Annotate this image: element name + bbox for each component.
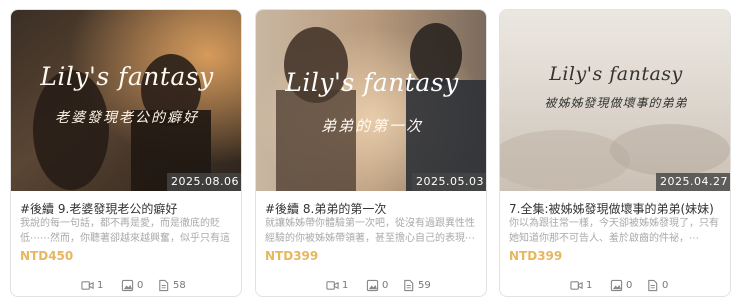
date-badge: 2025.05.03	[412, 173, 486, 191]
document-icon	[159, 279, 169, 291]
image-count: 0	[610, 276, 632, 294]
image-count: 0	[121, 276, 143, 294]
document-count: 0	[646, 276, 668, 294]
image-count-value: 0	[137, 279, 144, 291]
product-card[interactable]: Lily's fantasy 被姊姊發現做壞事的弟弟 2025.04.27 7.…	[499, 9, 731, 297]
stats-row: 1 0 58	[11, 276, 241, 294]
video-count-value: 1	[342, 279, 349, 291]
cover-image[interactable]: Lily's fantasy 被姊姊發現做壞事的弟弟 2025.04.27	[500, 10, 730, 191]
document-count-value: 0	[662, 279, 669, 291]
product-card[interactable]: Lily's fantasy 弟弟的第一次 2025.05.03 #後續 8.弟…	[255, 9, 487, 297]
document-count-value: 59	[418, 279, 431, 291]
image-count-value: 0	[382, 279, 389, 291]
price: NTD399	[265, 249, 319, 263]
document-count: 59	[402, 276, 431, 294]
video-icon	[570, 280, 583, 290]
image-icon	[366, 279, 379, 291]
stats-row: 1 0 0	[500, 276, 730, 294]
image-count: 0	[366, 276, 388, 294]
image-count-value: 0	[626, 279, 633, 291]
cover-image[interactable]: Lily's fantasy 弟弟的第一次 2025.05.03	[256, 10, 486, 191]
price: NTD450	[20, 249, 74, 263]
cover-subtitle: 被姊姊發現做壞事的弟弟	[544, 96, 688, 110]
document-icon	[648, 279, 658, 291]
video-count-value: 1	[586, 279, 593, 291]
image-icon	[610, 279, 623, 291]
document-count: 58	[157, 276, 186, 294]
date-badge: 2025.04.27	[656, 173, 730, 191]
price: NTD399	[509, 249, 563, 263]
video-count: 1	[326, 276, 348, 294]
cover-image[interactable]: Lily's fantasy 老婆發現老公的癖好 2025.08.06	[11, 10, 241, 191]
video-icon	[326, 280, 339, 290]
image-icon	[121, 279, 134, 291]
cover-subtitle: 弟弟的第一次	[320, 117, 423, 135]
card-description: 你以為跟往常一樣，今天卻被姊姊發現了，只有她知道你那不可告人、羞於啟齒的件祕，⋯	[509, 218, 719, 244]
card-description: 我說的每一句話，都不再是愛，而是徹底的貶低⋯⋯然而，你聽著卻越來越興奮，似乎只有…	[20, 218, 230, 244]
product-card[interactable]: Lily's fantasy 老婆發現老公的癖好 2025.08.06 #後續 …	[10, 9, 242, 297]
brand-title: Lily's fantasy	[285, 68, 459, 97]
date-badge: 2025.08.06	[167, 173, 241, 191]
product-grid: Lily's fantasy 老婆發現老公的癖好 2025.08.06 #後續 …	[10, 9, 731, 297]
card-description: 就讓姊姊帶你體驗第一次吧，從沒有過跟異性性經驗的你被姊姊帶領著，甚至擔心自己的表…	[265, 218, 475, 244]
cover-subtitle: 老婆發現老公的癖好	[55, 110, 199, 126]
brand-title: Lily's fantasy	[40, 62, 214, 91]
video-count: 1	[81, 276, 103, 294]
video-count-value: 1	[97, 279, 104, 291]
document-icon	[404, 279, 414, 291]
stats-row: 1 0 59	[256, 276, 486, 294]
video-count: 1	[570, 276, 592, 294]
document-count-value: 58	[173, 279, 186, 291]
card-title[interactable]: #後續 8.弟弟的第一次	[265, 200, 479, 217]
brand-title: Lily's fantasy	[549, 63, 683, 85]
video-icon	[81, 280, 94, 290]
card-title[interactable]: 7.全集:被姊姊發現做壞事的弟弟(妹妹)	[509, 200, 723, 217]
card-title[interactable]: #後續 9.老婆發現老公的癖好	[20, 200, 234, 217]
